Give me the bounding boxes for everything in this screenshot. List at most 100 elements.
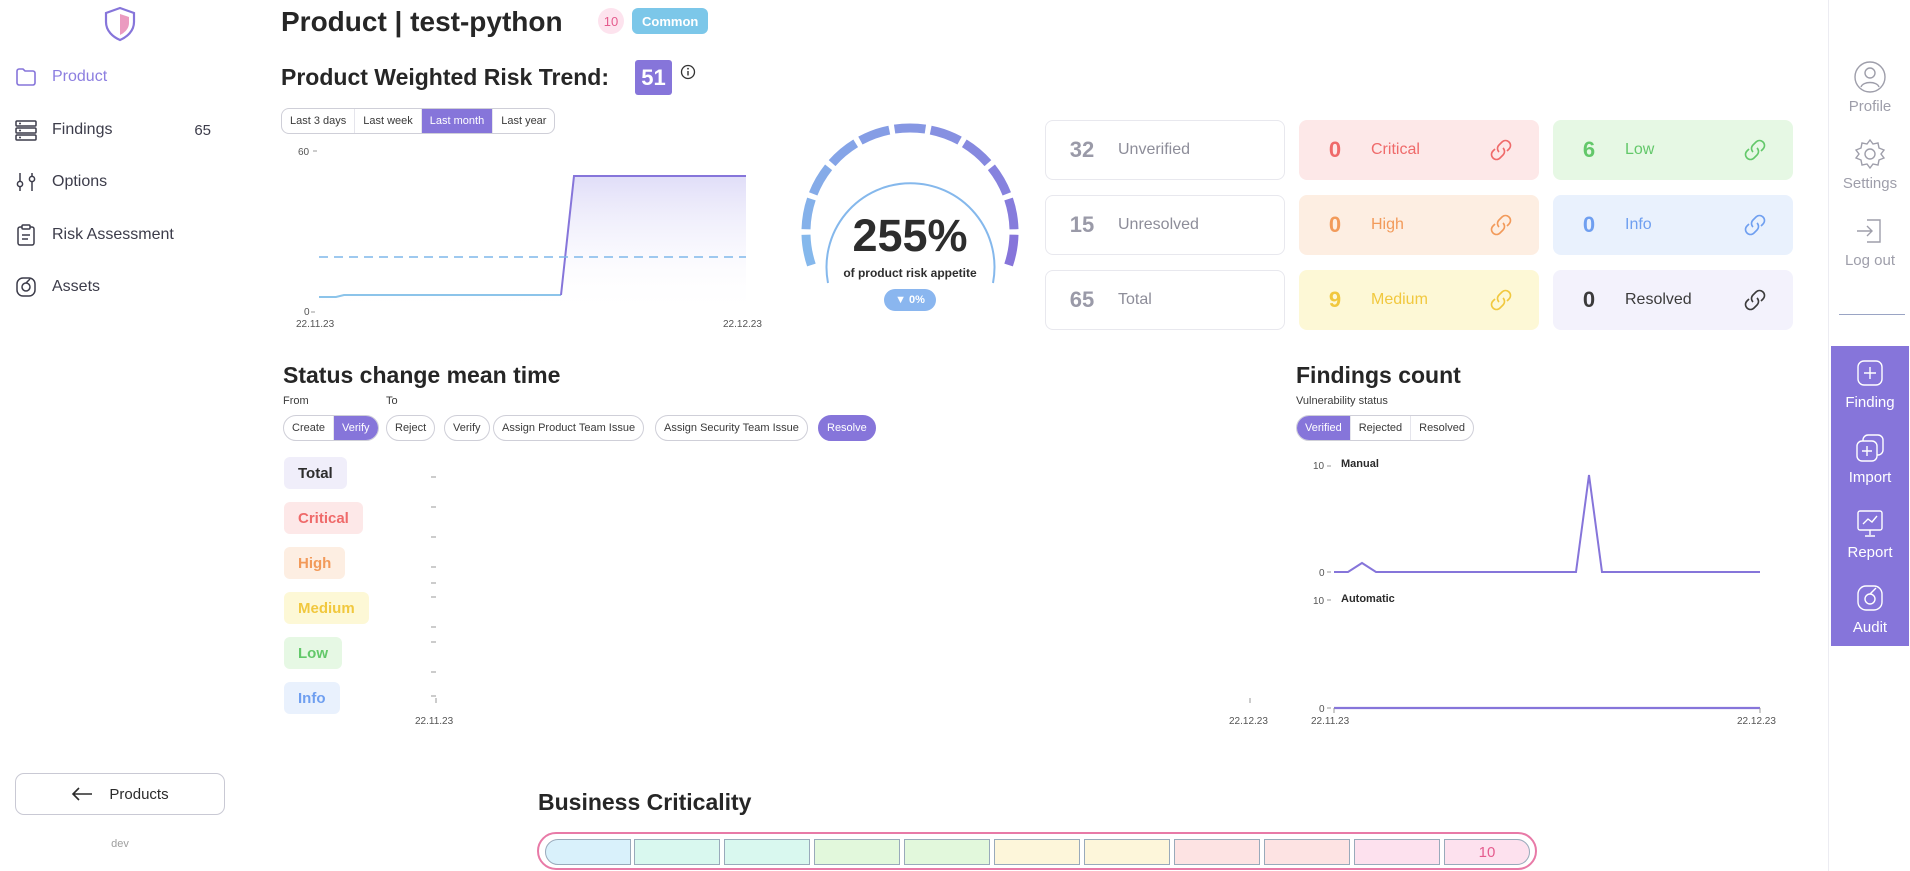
card-number: 6	[1582, 137, 1596, 162]
card-resolved[interactable]: 0 Resolved	[1553, 270, 1793, 330]
new-finding-button[interactable]: Finding	[1829, 356, 1910, 411]
to-reject[interactable]: Reject	[386, 415, 436, 441]
business-criticality-title: Business Criticality	[538, 789, 752, 815]
card-label: Info	[1625, 216, 1652, 233]
to-resolve[interactable]: Resolve	[818, 415, 876, 441]
status-resolved[interactable]: Resolved	[1411, 416, 1473, 440]
from-verify[interactable]: Verify	[334, 416, 378, 440]
risk-range-selector: Last 3 days Last week Last month Last ye…	[281, 108, 556, 134]
bc-segment-5[interactable]	[904, 839, 990, 865]
card-label: Resolved	[1625, 291, 1692, 308]
logout-button[interactable]: Log out	[1829, 214, 1910, 269]
sidebar-item-label: Assets	[52, 278, 101, 295]
x-tick-end: 22.12.23	[1737, 716, 1776, 727]
to-verify[interactable]: Verify	[444, 415, 490, 441]
card-medium[interactable]: 9 Medium	[1299, 270, 1539, 330]
bc-segment-7[interactable]	[1084, 839, 1170, 865]
range-last-year[interactable]: Last year	[493, 109, 554, 133]
report-button[interactable]: Report	[1829, 506, 1910, 561]
from-selector: Create Verify	[283, 415, 379, 441]
profile-label: Profile	[1848, 98, 1892, 115]
sidebar-item-options[interactable]: Options	[14, 165, 224, 199]
card-unverified[interactable]: 32 Unverified	[1045, 120, 1285, 180]
x-tick-start: 22.11.23	[1311, 716, 1350, 727]
y-tick-0: 0	[304, 307, 310, 318]
card-high[interactable]: 0 High	[1299, 195, 1539, 255]
sidebar-item-assets[interactable]: Assets	[14, 270, 224, 304]
gauge-segment	[858, 125, 891, 145]
from-create[interactable]: Create	[284, 416, 335, 440]
card-total[interactable]: 65 Total	[1045, 270, 1285, 330]
card-critical[interactable]: 0 Critical	[1299, 120, 1539, 180]
audit-button[interactable]: Audit	[1829, 581, 1910, 636]
severity-high: High	[284, 547, 346, 579]
profile-button[interactable]: Profile	[1829, 60, 1910, 115]
gauge-subtitle: of product risk appetite	[843, 266, 977, 280]
card-info[interactable]: 0 Info	[1553, 195, 1793, 255]
range-last-week[interactable]: Last week	[355, 109, 422, 133]
to-assign-product-team[interactable]: Assign Product Team Issue	[493, 415, 645, 441]
severity-critical: Critical	[284, 502, 363, 534]
import-icon	[1856, 434, 1884, 462]
logout-label: Log out	[1844, 252, 1896, 269]
bc-segment-8[interactable]	[1174, 839, 1260, 865]
folder-icon	[16, 68, 36, 86]
vulnerability-status-selector: Verified Rejected Resolved	[1296, 415, 1474, 441]
status-rejected[interactable]: Rejected	[1351, 416, 1412, 440]
bc-segment-3[interactable]	[724, 839, 810, 865]
automatic-y-min: 0	[1319, 704, 1325, 715]
import-button[interactable]: Import	[1829, 431, 1910, 486]
logout-icon	[1857, 219, 1881, 243]
link-icon	[1744, 214, 1766, 236]
sidebar-item-findings[interactable]: Findings 65	[14, 113, 224, 147]
manual-series-line	[1334, 474, 1760, 573]
findings-count-title: Findings count	[1296, 362, 1461, 388]
actions-panel: Finding Import Report Audit	[1831, 346, 1909, 646]
link-icon	[1744, 139, 1766, 161]
card-unresolved[interactable]: 15 Unresolved	[1045, 195, 1285, 255]
severity-low: Low	[284, 637, 342, 669]
range-last-3-days[interactable]: Last 3 days	[282, 109, 356, 133]
shield-logo-icon	[104, 6, 136, 42]
bc-segment-6[interactable]	[994, 839, 1080, 865]
status-change-title: Status change mean time	[283, 362, 561, 388]
sidebar-item-product[interactable]: Product	[14, 60, 224, 94]
card-label: Unverified	[1118, 141, 1191, 158]
card-number: 32	[1069, 137, 1095, 162]
bc-segment-selected[interactable]: 10	[1444, 839, 1530, 865]
risk-trend-chart: 60 0 22.11.23 22.12.23	[296, 147, 762, 330]
sidebar-item-risk-assessment[interactable]: Risk Assessment	[14, 218, 224, 252]
card-label: Critical	[1371, 141, 1420, 158]
finding-label: Finding	[1845, 394, 1895, 411]
card-number: 0	[1328, 137, 1342, 162]
risk-trend-title: Product Weighted Risk Trend:	[281, 64, 609, 90]
card-low[interactable]: 6 Low	[1553, 120, 1793, 180]
bc-segment-4[interactable]	[814, 839, 900, 865]
bc-segment-2[interactable]	[634, 839, 720, 865]
to-assign-security-team[interactable]: Assign Security Team Issue	[655, 415, 808, 441]
bc-segment-10[interactable]	[1354, 839, 1440, 865]
back-button-label: Products	[109, 785, 169, 803]
rail-divider	[1839, 314, 1905, 315]
back-to-products-button[interactable]: Products	[15, 773, 225, 815]
link-icon	[1490, 139, 1512, 161]
info-icon[interactable]	[680, 64, 696, 80]
card-number: 0	[1582, 287, 1596, 312]
card-number: 15	[1069, 212, 1095, 237]
card-label: High	[1371, 216, 1404, 233]
card-label: Low	[1625, 141, 1655, 158]
tier-badge: Common	[632, 8, 709, 34]
gauge-delta-badge: ▼ 0%	[884, 289, 936, 311]
bc-segment-9[interactable]	[1264, 839, 1350, 865]
findings-count: 65	[194, 121, 211, 139]
card-label: Total	[1118, 291, 1152, 308]
status-verified[interactable]: Verified	[1297, 416, 1351, 440]
settings-button[interactable]: Settings	[1829, 137, 1910, 192]
bc-segment-1[interactable]	[545, 839, 631, 865]
to-label: To	[386, 395, 398, 407]
manual-y-max: 10	[1313, 461, 1325, 472]
sidebar-item-label: Findings	[52, 121, 113, 138]
risk-score-badge: 51	[635, 60, 672, 95]
range-last-month[interactable]: Last month	[421, 109, 494, 133]
vulnerability-status-label: Vulnerability status	[1296, 395, 1388, 407]
